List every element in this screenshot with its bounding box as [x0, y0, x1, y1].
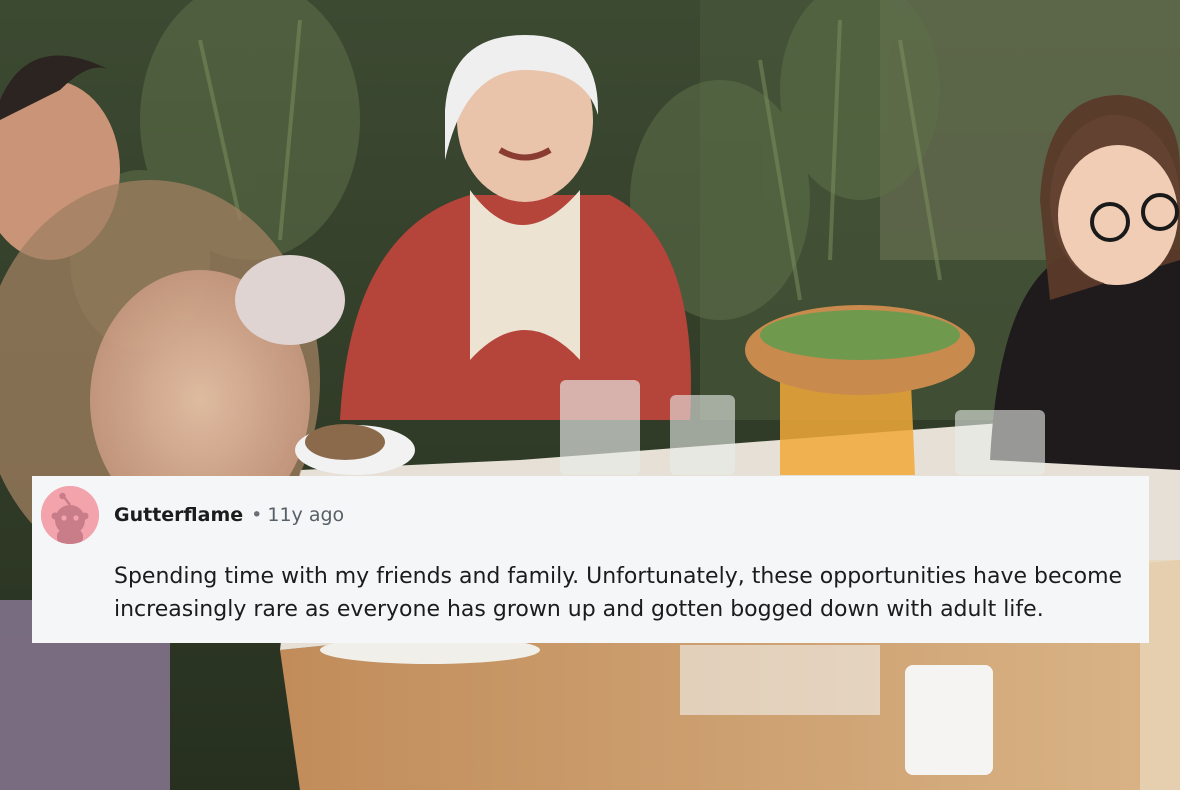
snoo-avatar-icon[interactable] — [41, 486, 99, 544]
meta-separator: • — [251, 504, 263, 526]
meme-image: Gutterflame • 11y ago Spending time with m… — [0, 0, 1180, 790]
comment-username[interactable]: Gutterflame — [114, 504, 243, 526]
comment-body: Spending time with my friends and family… — [114, 564, 1123, 622]
family-dinner-photo — [0, 0, 1180, 790]
comment-meta: Gutterflame • 11y ago — [114, 502, 344, 528]
comment-timestamp[interactable]: 11y ago — [267, 504, 344, 526]
comment-card: Gutterflame • 11y ago Spending time with m… — [32, 476, 1149, 643]
